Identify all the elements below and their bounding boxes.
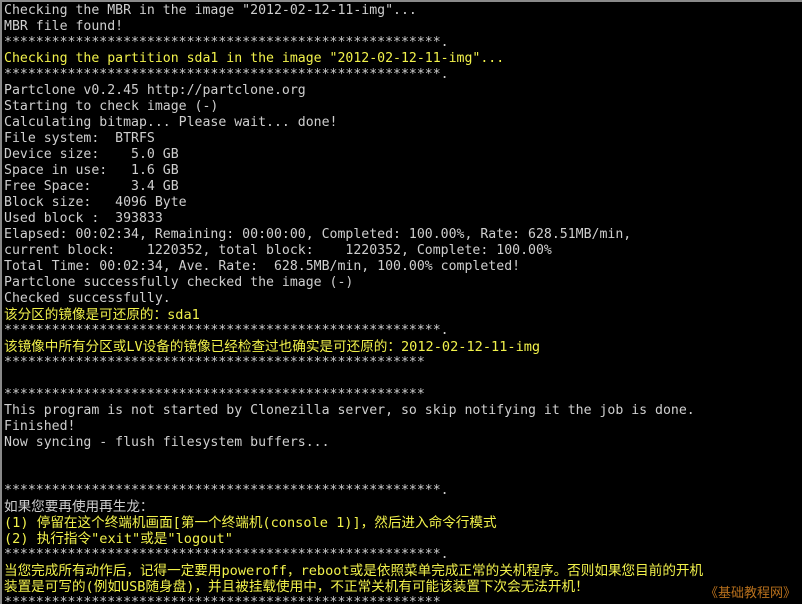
terminal-line: ****************************************… bbox=[4, 323, 449, 338]
terminal-line: Free Space: 3.4 GB bbox=[4, 179, 179, 194]
terminal-line: 当您完成所有动作后，记得一定要用poweroff，reboot或是依照菜单完成正… bbox=[4, 563, 704, 579]
terminal-line: Starting to check image (-) bbox=[4, 99, 219, 114]
terminal-line: File system: BTRFS bbox=[4, 131, 155, 146]
terminal-line: MBR file found! bbox=[4, 19, 124, 34]
terminal-line: Total Time: 00:02:34, Ave. Rate: 628.5MB… bbox=[4, 259, 521, 274]
terminal-line: ****************************************… bbox=[4, 483, 449, 498]
terminal-line: ****************************************… bbox=[4, 547, 449, 562]
terminal-line: Block size: 4096 Byte bbox=[4, 195, 187, 210]
terminal-screen[interactable]: Checking the MBR in the image "2012-02-1… bbox=[0, 0, 802, 604]
terminal-line: ****************************************… bbox=[4, 67, 449, 82]
terminal-line: 如果您要再使用再生龙： bbox=[4, 499, 154, 515]
terminal-line: Space in use: 1.6 GB bbox=[4, 163, 179, 178]
terminal-line: Checked successfully. bbox=[4, 291, 171, 306]
terminal-line: Checking the MBR in the image "2012-02-1… bbox=[4, 3, 417, 18]
terminal-line: ****************************************… bbox=[4, 387, 425, 402]
terminal-line: Partclone successfully checked the image… bbox=[4, 275, 354, 290]
terminal-line: ****************************************… bbox=[4, 595, 449, 604]
terminal-line: (2) 执行指令"exit"或是"logout" bbox=[4, 531, 233, 547]
terminal-line: Now syncing - flush filesystem buffers..… bbox=[4, 435, 330, 450]
terminal-line: Elapsed: 00:02:34, Remaining: 00:00:00, … bbox=[4, 227, 632, 242]
terminal-line: 该镜像中所有分区或LV设备的镜像已经检查过也确实是可还原的：2012-02-12… bbox=[4, 339, 541, 355]
terminal-line: Calculating bitmap... Please wait... don… bbox=[4, 115, 338, 130]
site-watermark: 《基础教程网》 bbox=[704, 586, 796, 601]
terminal-line: This program is not started by Clonezill… bbox=[4, 403, 695, 418]
terminal-line: Partclone v0.2.45 http://partclone.org bbox=[4, 83, 306, 98]
terminal-line: Checking the partition sda1 in the image… bbox=[4, 51, 505, 66]
terminal-line: Used block : 393833 bbox=[4, 211, 163, 226]
terminal-output: Checking the MBR in the image "2012-02-1… bbox=[4, 3, 802, 604]
terminal-line: ****************************************… bbox=[4, 35, 449, 50]
terminal-line: 该分区的镜像是可还原的：sda1 bbox=[4, 307, 200, 323]
terminal-line: Finished! bbox=[4, 419, 76, 434]
terminal-line: current block: 1220352, total block: 122… bbox=[4, 243, 552, 258]
terminal-line: 装置是可写的(例如USB随身盘)，并且被挂载使用中，不正常关机有可能该装置下次会… bbox=[4, 579, 589, 595]
terminal-line: ****************************************… bbox=[4, 355, 425, 370]
terminal-line: (1) 停留在这个终端机画面[第一个终端机(console 1)]，然后进入命令… bbox=[4, 515, 497, 531]
terminal-line: Device size: 5.0 GB bbox=[4, 147, 179, 162]
